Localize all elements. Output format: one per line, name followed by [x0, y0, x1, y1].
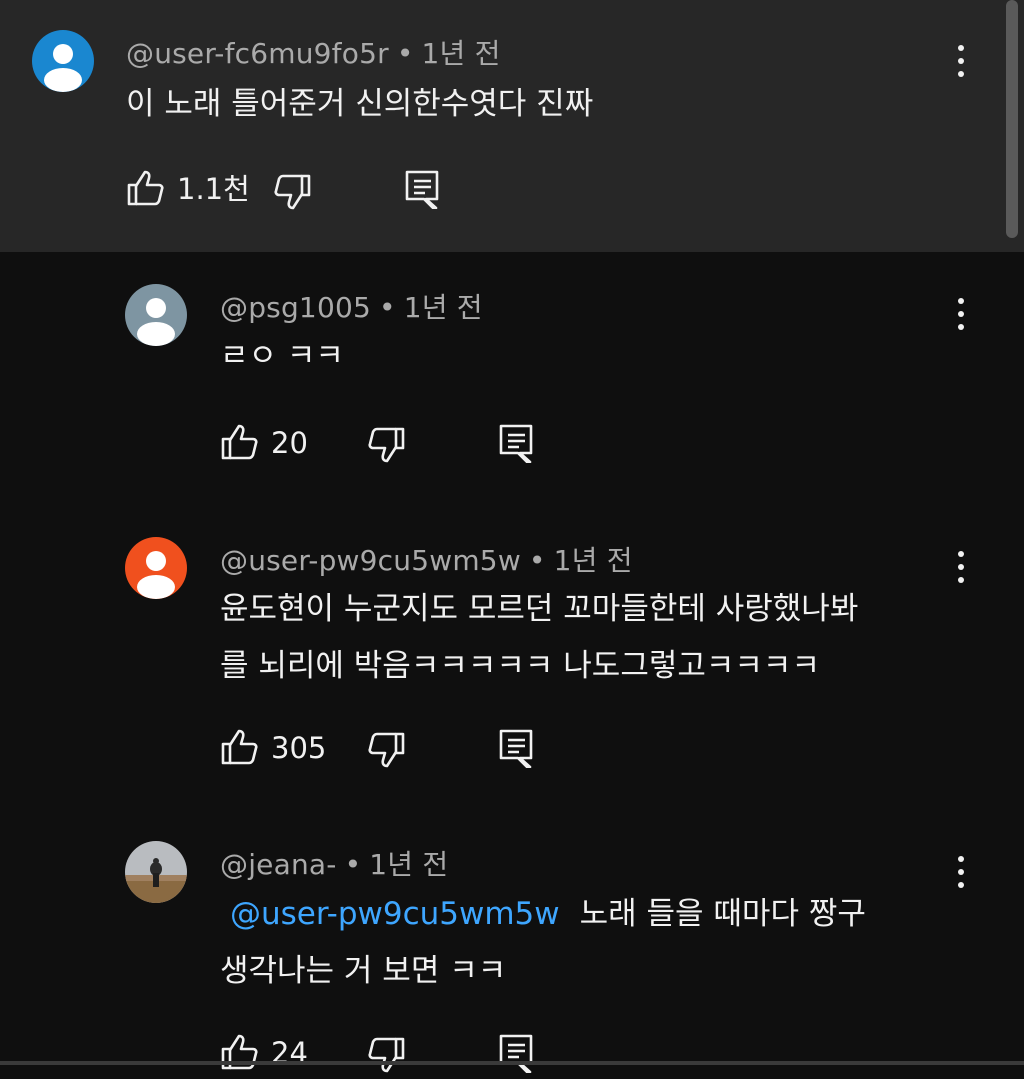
comment-meta: @psg1005 • 1년 전 [220, 286, 483, 326]
like-count: 24 [271, 1036, 308, 1070]
like-count: 305 [271, 731, 327, 765]
separator-dot: • [396, 37, 414, 70]
comment-text: 이 노래 틀어준거 신의한수엿다 진짜 [126, 76, 593, 133]
comment-line: 이 노래 틀어준거 신의한수엿다 진짜 [126, 86, 594, 122]
avatar[interactable] [125, 537, 187, 599]
more-vertical-icon[interactable] [951, 294, 971, 334]
reply-comment-icon[interactable] [498, 423, 538, 464]
thumbs-up-icon[interactable] [220, 727, 260, 767]
thumbs-down-icon[interactable] [272, 172, 312, 212]
comment-author[interactable]: @user-fc6mu9fo5r [126, 37, 389, 70]
comment-meta: @jeana- • 1년 전 [220, 843, 448, 883]
comment-author[interactable]: @psg1005 [220, 291, 371, 324]
reply-comment-icon[interactable] [498, 1033, 538, 1074]
comment-time[interactable]: 1년 전 [369, 848, 448, 881]
more-vertical-icon[interactable] [951, 852, 971, 892]
comment-line: 생각나는 거 보면 ㅋㅋ [220, 953, 507, 989]
comment-meta: @user-pw9cu5wm5w • 1년 전 [220, 539, 633, 579]
separator-dot: • [528, 544, 546, 577]
comment-meta: @user-fc6mu9fo5r • 1년 전 [126, 32, 501, 72]
thumbs-down-icon[interactable] [366, 1035, 406, 1075]
thumbs-down-icon[interactable] [366, 425, 406, 465]
comment-text: 윤도현이 누군지도 모르던 꼬마들한테 사랑했나봐 를 뇌리에 박음ㅋㅋㅋㅋㅋ … [220, 581, 858, 695]
like-count: 1.1천 [177, 172, 250, 206]
comment-line: 노래 들을 때마다 짱구 [579, 896, 866, 932]
comment-line: ㄹㅇ ㅋㅋ [220, 338, 344, 374]
thumbs-up-icon[interactable] [220, 1032, 260, 1072]
comment-time[interactable]: 1년 전 [422, 37, 501, 70]
separator-dot: • [379, 291, 396, 324]
avatar[interactable] [32, 30, 94, 92]
comment-text: @user-pw9cu5wm5w 노래 들을 때마다 짱구 생각나는 거 보면 ㅋ… [220, 886, 866, 1000]
comment-time[interactable]: 1년 전 [404, 291, 483, 324]
like-count: 20 [271, 426, 308, 460]
avatar-photo[interactable] [125, 841, 187, 903]
more-vertical-icon[interactable] [951, 547, 971, 587]
thumbs-down-icon[interactable] [366, 730, 406, 770]
more-vertical-icon[interactable] [951, 41, 971, 81]
thumbs-up-icon[interactable] [126, 168, 166, 208]
comment-line: 윤도현이 누군지도 모르던 꼬마들한테 사랑했나봐 [220, 591, 859, 627]
comment-author[interactable]: @user-pw9cu5wm5w [220, 544, 521, 577]
comment-text: ㄹㅇ ㅋㅋ [220, 328, 344, 385]
avatar[interactable] [125, 284, 187, 346]
reply-comment-icon[interactable] [498, 728, 538, 769]
comment-line: 를 뇌리에 박음ㅋㅋㅋㅋㅋ 나도그렇고ㅋㅋㅋㅋ [220, 648, 820, 684]
thumbs-up-icon[interactable] [220, 422, 260, 462]
bottom-divider [0, 1061, 1024, 1065]
mention-link[interactable]: @user-pw9cu5wm5w [230, 896, 560, 932]
comment-author[interactable]: @jeana- [220, 848, 337, 881]
reply-comment-icon[interactable] [404, 169, 444, 210]
comment-time[interactable]: 1년 전 [554, 544, 633, 577]
separator-dot: • [344, 848, 362, 881]
scrollbar[interactable] [1006, 0, 1018, 238]
